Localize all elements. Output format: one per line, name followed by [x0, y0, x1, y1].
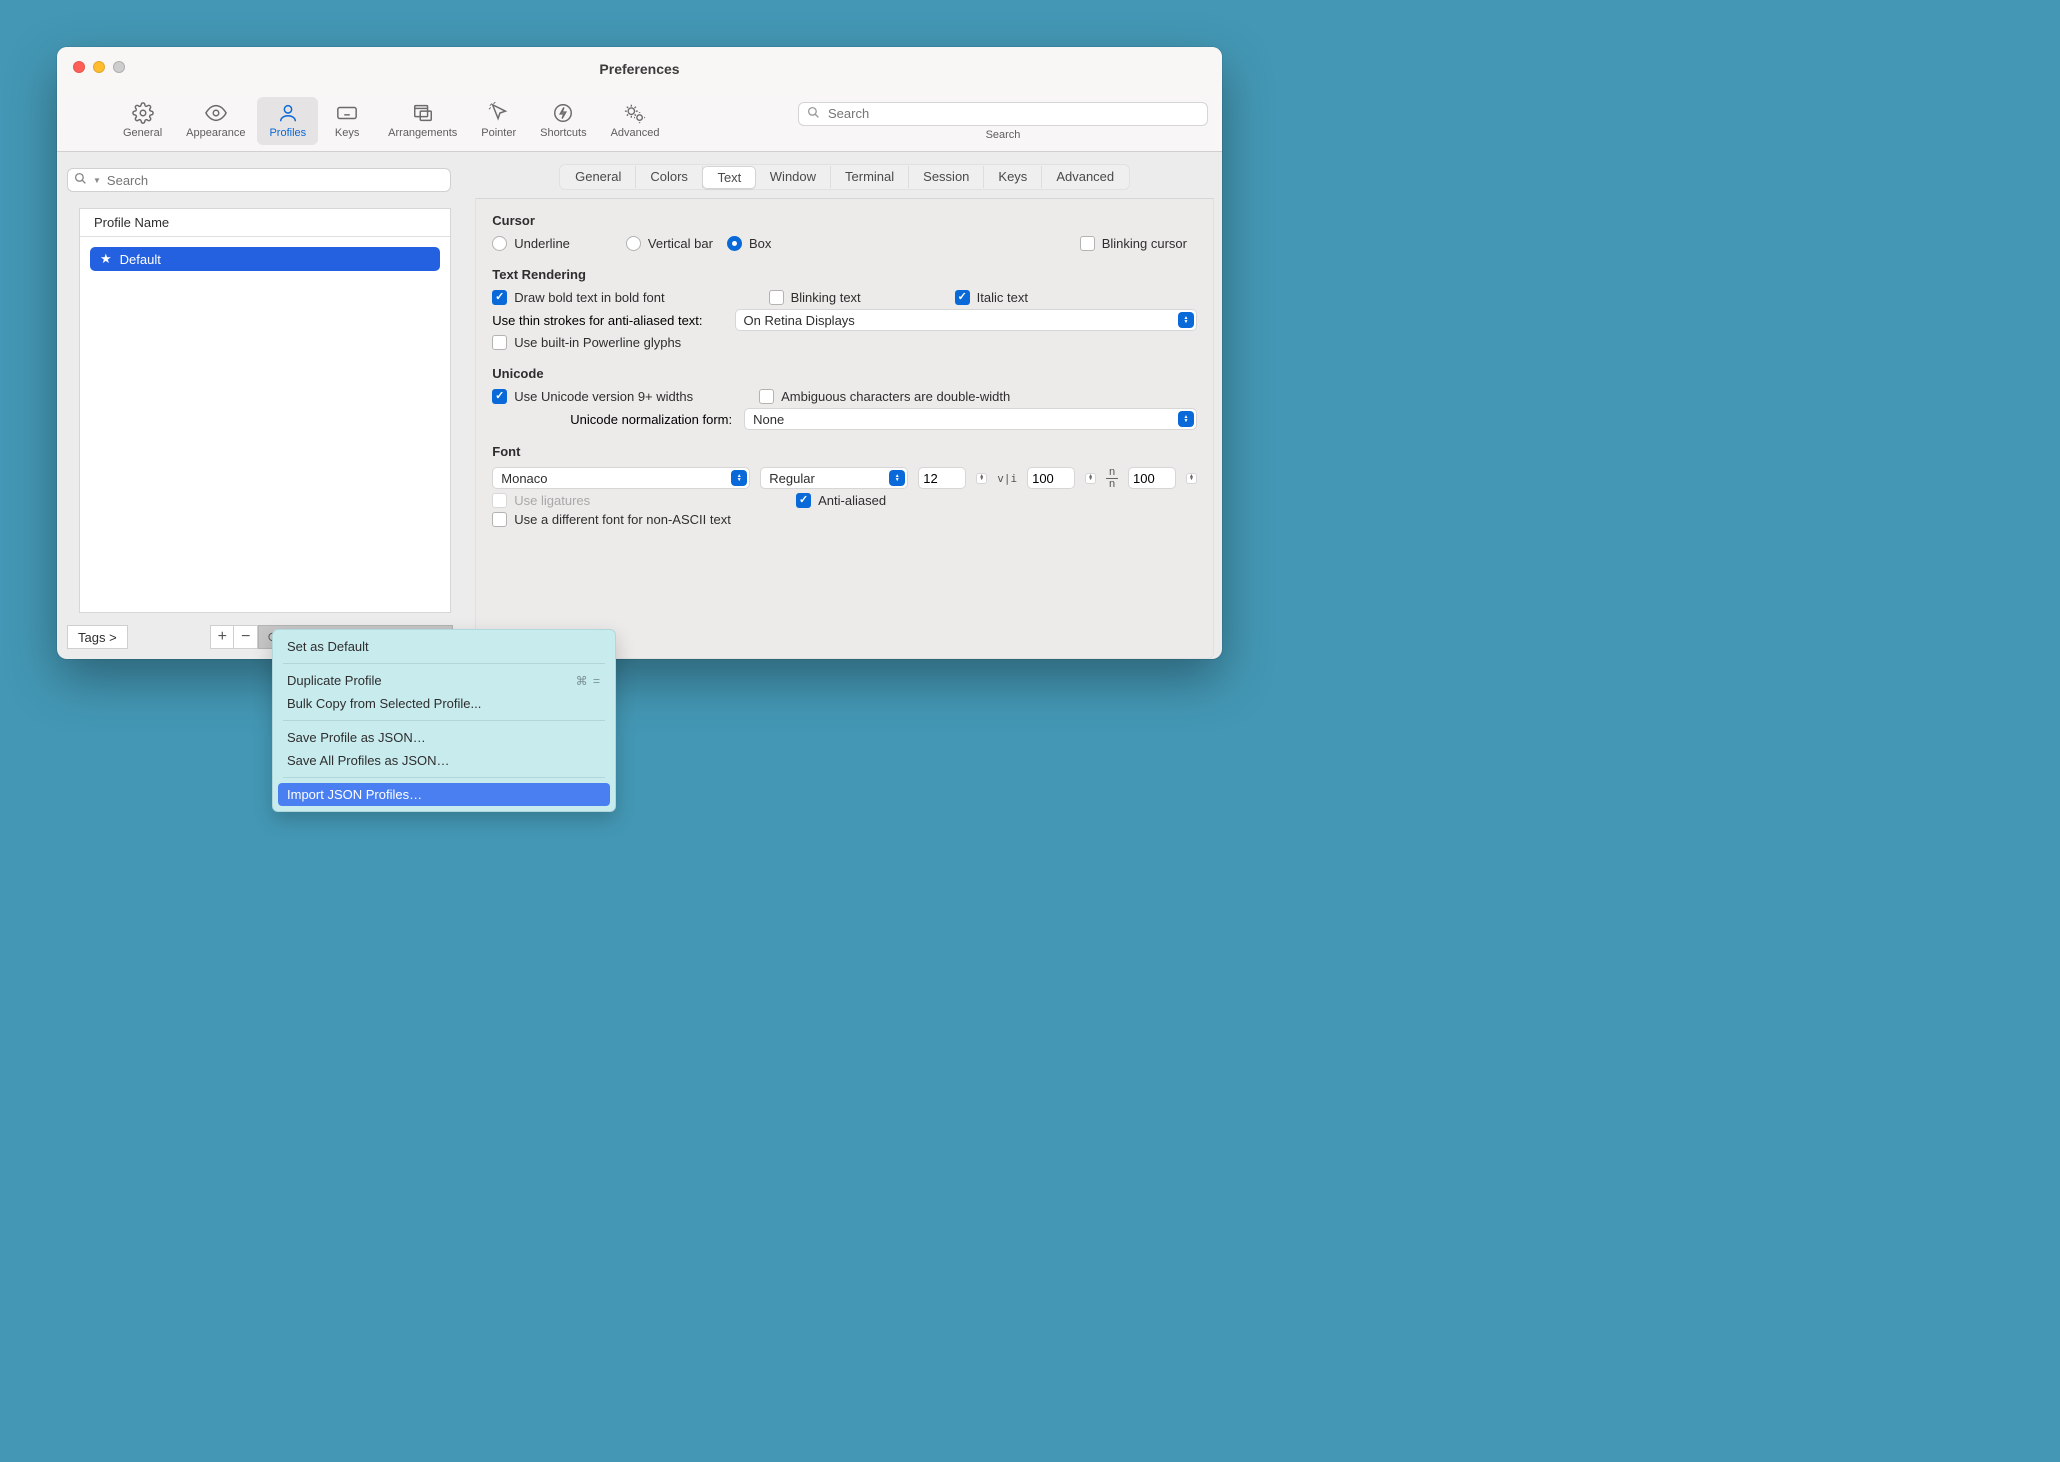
- keyboard-icon: [334, 101, 360, 125]
- cursor-box[interactable]: Box: [727, 236, 771, 251]
- toolbar-search-label: Search: [986, 129, 1021, 141]
- profile-subtabs: General Colors Text Window Terminal Sess…: [559, 164, 1130, 190]
- nonascii-checkbox[interactable]: Use a different font for non-ASCII text: [492, 512, 731, 527]
- bold-checkbox[interactable]: Draw bold text in bold font: [492, 290, 664, 305]
- cursor-vertical[interactable]: Vertical bar: [626, 236, 713, 251]
- chevron-down-icon: ▼: [93, 176, 101, 185]
- star-icon: ★: [100, 251, 112, 267]
- toolbar-tab-arrangements[interactable]: Arrangements: [376, 97, 469, 145]
- subtab-colors[interactable]: Colors: [636, 166, 703, 188]
- pointer-icon: [486, 101, 512, 125]
- vspacing-stepper[interactable]: 100: [1128, 467, 1176, 489]
- toolbar-tab-keys[interactable]: Keys: [318, 97, 376, 145]
- windows-icon: [410, 101, 436, 125]
- font-style-select[interactable]: Regular: [760, 467, 908, 489]
- content-area: ▼ Profile Name ★ Default Tags > + −: [57, 152, 1222, 659]
- menu-save-json[interactable]: Save Profile as JSON…: [273, 726, 615, 749]
- titlebar: Preferences: [57, 47, 1222, 97]
- toolbar-tab-general[interactable]: General: [111, 97, 174, 145]
- window-title: Preferences: [57, 61, 1222, 77]
- font-size-stepper[interactable]: 12: [918, 467, 966, 489]
- person-icon: [275, 101, 301, 125]
- hspacing-stepper[interactable]: 100: [1027, 467, 1075, 489]
- cursor-section-title: Cursor: [492, 213, 1197, 228]
- cursor-underline[interactable]: Underline: [492, 236, 570, 251]
- font-section-title: Font: [492, 444, 1197, 459]
- subtab-terminal[interactable]: Terminal: [831, 166, 909, 188]
- hspacing-icon: v|i: [997, 472, 1017, 485]
- unicode9-checkbox[interactable]: Use Unicode version 9+ widths: [492, 389, 693, 404]
- profile-name: Default: [120, 252, 161, 267]
- text-pane: Cursor Underline Vertical bar Box Blinki…: [475, 198, 1214, 659]
- menu-set-default[interactable]: Set as Default: [273, 635, 615, 658]
- subtab-text[interactable]: Text: [702, 166, 756, 189]
- menu-separator: [283, 720, 605, 721]
- tags-button[interactable]: Tags >: [67, 625, 128, 649]
- subtab-keys[interactable]: Keys: [984, 166, 1042, 188]
- ligatures-checkbox[interactable]: Use ligatures: [492, 493, 590, 508]
- toolbar-tab-pointer[interactable]: Pointer: [469, 97, 528, 145]
- menu-import-json[interactable]: Import JSON Profiles…: [278, 783, 610, 806]
- subtab-general[interactable]: General: [561, 166, 636, 188]
- blinking-text-checkbox[interactable]: Blinking text: [769, 290, 861, 305]
- profiles-sidebar: ▼ Profile Name ★ Default Tags > + −: [57, 152, 461, 659]
- profile-table: Profile Name ★ Default: [79, 208, 451, 613]
- eye-icon: [203, 101, 229, 125]
- rendering-section-title: Text Rendering: [492, 267, 1197, 282]
- toolbar-tab-advanced[interactable]: Advanced: [599, 97, 672, 145]
- toolbar-tab-shortcuts[interactable]: Shortcuts: [528, 97, 598, 145]
- stepper-control[interactable]: ▲▼: [1085, 473, 1096, 484]
- gears-icon: [622, 101, 648, 125]
- italic-checkbox[interactable]: Italic text: [955, 290, 1028, 305]
- norm-label: Unicode normalization form:: [570, 412, 732, 427]
- gear-icon: [130, 101, 156, 125]
- stepper-control[interactable]: ▲▼: [976, 473, 987, 484]
- menu-bulk-copy[interactable]: Bulk Copy from Selected Profile...: [273, 692, 615, 715]
- profile-settings-panel: General Colors Text Window Terminal Sess…: [461, 152, 1222, 659]
- profile-row[interactable]: ★ Default: [90, 247, 440, 271]
- toolbar-search-wrap: Search: [798, 102, 1208, 141]
- add-profile-button[interactable]: +: [210, 625, 234, 649]
- toolbar: General Appearance Profiles Keys: [57, 97, 1222, 152]
- menu-save-all-json[interactable]: Save All Profiles as JSON…: [273, 749, 615, 772]
- toolbar-tab-profiles[interactable]: Profiles: [257, 97, 318, 145]
- menu-duplicate[interactable]: Duplicate Profile⌘ =: [273, 669, 615, 692]
- subtab-session[interactable]: Session: [909, 166, 984, 188]
- vspacing-icon: nn: [1106, 468, 1118, 489]
- profile-column-header[interactable]: Profile Name: [80, 209, 450, 237]
- font-family-select[interactable]: Monaco: [492, 467, 750, 489]
- thin-strokes-select[interactable]: On Retina Displays: [735, 309, 1197, 331]
- search-icon: [807, 106, 820, 122]
- toolbar-tabs: General Appearance Profiles Keys: [111, 97, 672, 145]
- remove-profile-button[interactable]: −: [234, 625, 258, 649]
- toolbar-search[interactable]: [798, 102, 1208, 126]
- powerline-checkbox[interactable]: Use built-in Powerline glyphs: [492, 335, 681, 350]
- bolt-icon: [550, 101, 576, 125]
- toolbar-search-input[interactable]: [828, 106, 1199, 121]
- other-actions-menu: Set as Default Duplicate Profile⌘ = Bulk…: [272, 629, 616, 812]
- menu-separator: [283, 663, 605, 664]
- search-icon: [74, 172, 87, 188]
- menu-separator: [283, 777, 605, 778]
- cursor-blinking[interactable]: Blinking cursor: [1080, 236, 1187, 251]
- antialias-checkbox[interactable]: Anti-aliased: [796, 493, 886, 508]
- profile-search[interactable]: ▼: [67, 168, 451, 192]
- toolbar-tab-appearance[interactable]: Appearance: [174, 97, 257, 145]
- stepper-control[interactable]: ▲▼: [1186, 473, 1197, 484]
- unicode-section-title: Unicode: [492, 366, 1197, 381]
- preferences-window: Preferences General Appearance Profiles: [57, 47, 1222, 659]
- profile-list: ★ Default: [80, 237, 450, 612]
- norm-select[interactable]: None: [744, 408, 1197, 430]
- profile-search-input[interactable]: [107, 173, 444, 188]
- thin-strokes-label: Use thin strokes for anti-aliased text:: [492, 313, 702, 328]
- ambiguous-checkbox[interactable]: Ambiguous characters are double-width: [759, 389, 1010, 404]
- subtab-window[interactable]: Window: [756, 166, 831, 188]
- subtab-advanced[interactable]: Advanced: [1042, 166, 1128, 188]
